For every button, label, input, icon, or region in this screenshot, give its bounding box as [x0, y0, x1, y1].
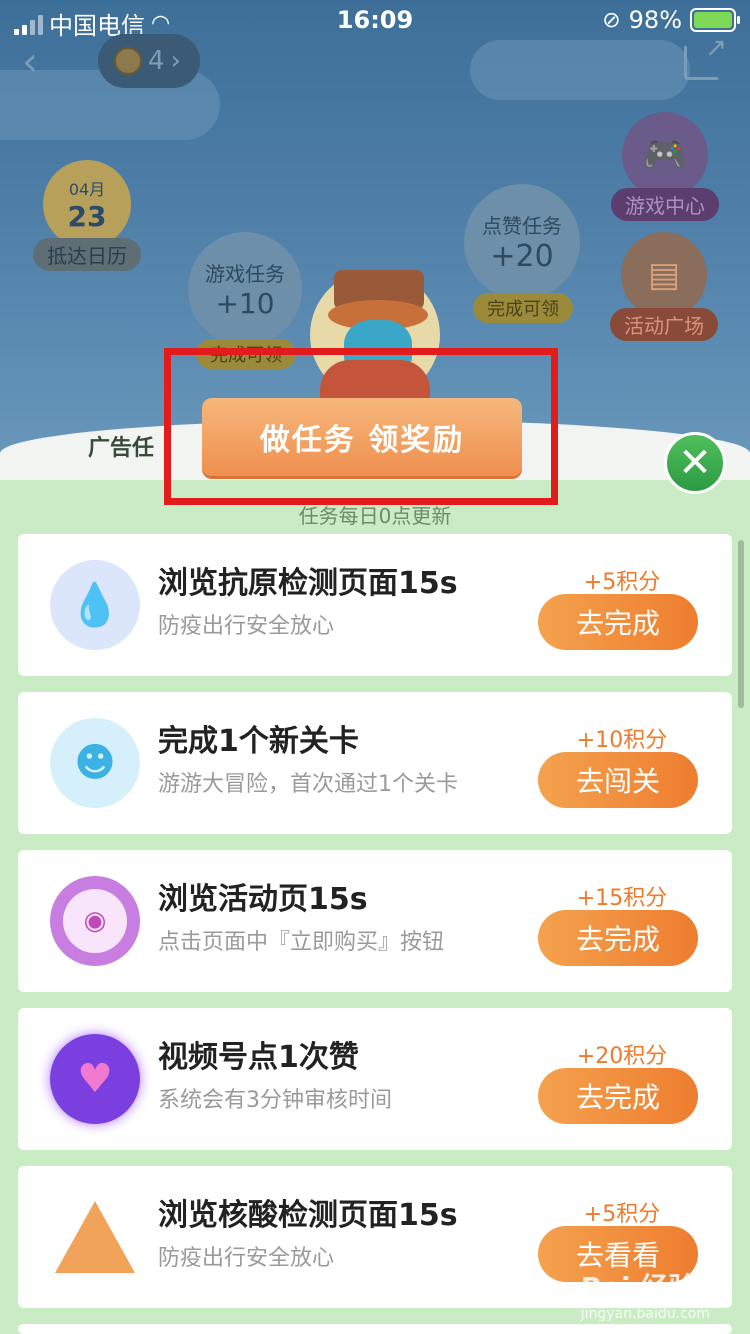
task-desc: 防疫出行安全放心	[158, 1246, 335, 1271]
task-desc: 点击页面中『立即购买』按钮	[158, 930, 445, 955]
task-points: +15积分	[576, 886, 668, 911]
close-button[interactable]: ✕	[664, 432, 726, 494]
game-center-label: 游戏中心	[611, 188, 719, 221]
task-action-button[interactable]: 去完成	[538, 1068, 698, 1124]
watermark-url: jingyan.baidu.com	[580, 1306, 710, 1322]
like-task-bubble[interactable]: 点赞任务 +20 完成可领	[464, 184, 582, 323]
calendar-day: 23	[67, 199, 107, 233]
back-icon[interactable]: ‹	[22, 42, 62, 82]
activity-square-entry[interactable]: ▤ 活动广场	[606, 232, 722, 341]
task-title: 浏览抗原检测页面15s	[158, 566, 458, 601]
clipboard-icon: ▤	[621, 232, 707, 318]
mascot-icon: ☻	[50, 718, 140, 808]
task-points: +20积分	[576, 1044, 668, 1069]
task-points: +10积分	[576, 728, 668, 753]
task-desc: 系统会有3分钟审核时间	[158, 1088, 392, 1113]
game-task-value: +10	[215, 287, 275, 320]
scrollbar[interactable]	[738, 540, 744, 708]
calendar-label: 抵达日历	[33, 238, 141, 271]
dropper-icon: 💧	[50, 560, 140, 650]
battery-icon	[690, 8, 740, 32]
task-title: 浏览核酸检测页面15s	[158, 1198, 458, 1233]
task-card-partial	[18, 1324, 732, 1334]
battery-percent: 98%	[628, 6, 682, 34]
refresh-notice: 任务每日0点更新	[298, 504, 452, 528]
watermark-logo: Bai 经验 jingyan.baidu.com	[581, 1266, 710, 1322]
heart-icon: ♥	[50, 1034, 140, 1124]
task-title: 视频号点1次赞	[158, 1040, 359, 1075]
ad-task-partial: 广告任	[88, 436, 155, 461]
calendar-icon: 04月 23	[43, 160, 131, 248]
test-tube-icon	[50, 1192, 140, 1282]
calendar-month: 04月	[68, 179, 106, 199]
game-task-title: 游戏任务	[205, 262, 285, 286]
task-card: ☻ 完成1个新关卡 游游大冒险，首次通过1个关卡 +10积分 去闯关	[18, 692, 732, 834]
task-card: ♥ 视频号点1次赞 系统会有3分钟审核时间 +20积分 去完成	[18, 1008, 732, 1150]
task-action-button[interactable]: 去闯关	[538, 752, 698, 808]
eye-icon: ◉	[50, 876, 140, 966]
task-points: +5积分	[583, 570, 661, 595]
task-title: 浏览活动页15s	[158, 882, 368, 917]
share-icon[interactable]	[684, 33, 727, 80]
coin-icon	[114, 47, 142, 75]
lock-rotation-icon: ⊘	[602, 7, 621, 33]
gamepad-icon: 🎮	[622, 112, 708, 198]
task-points: +5积分	[583, 1202, 661, 1227]
calendar-entry[interactable]: 04月 23 抵达日历	[32, 160, 142, 271]
coin-count: 4	[148, 46, 165, 76]
coin-balance-button[interactable]: 4 ›	[98, 34, 200, 88]
watermark-brand: Bai 经验	[580, 1271, 697, 1304]
like-task-status: 完成可领	[473, 293, 573, 323]
task-card: 💧 浏览抗原检测页面15s 防疫出行安全放心 +5积分 去完成	[18, 534, 732, 676]
task-title: 完成1个新关卡	[158, 724, 359, 759]
task-desc: 防疫出行安全放心	[158, 614, 335, 639]
task-desc: 游游大冒险，首次通过1个关卡	[158, 772, 458, 797]
task-action-button[interactable]: 去完成	[538, 594, 698, 650]
like-task-title: 点赞任务	[482, 214, 562, 238]
close-icon: ✕	[678, 440, 712, 486]
task-action-button[interactable]: 去完成	[538, 910, 698, 966]
activity-square-label: 活动广场	[610, 308, 718, 341]
game-center-entry[interactable]: 🎮 游戏中心	[610, 112, 720, 221]
task-card: ◉ 浏览活动页15s 点击页面中『立即购买』按钮 +15积分 去完成	[18, 850, 732, 992]
like-task-value: +20	[490, 239, 554, 274]
chevron-right-icon: ›	[170, 46, 181, 76]
highlight-box	[164, 348, 558, 505]
